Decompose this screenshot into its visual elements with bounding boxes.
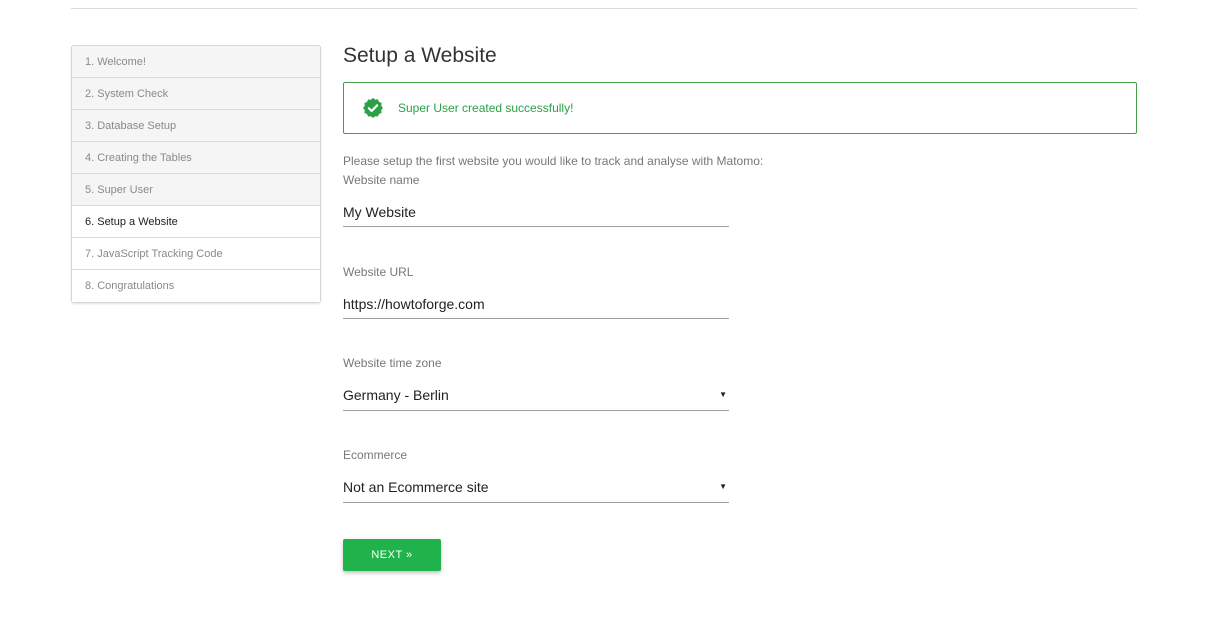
caret-down-icon[interactable]: ▼ bbox=[719, 477, 727, 497]
website-url-input[interactable]: https://howtoforge.com bbox=[343, 294, 729, 314]
website-url-label: Website URL bbox=[343, 265, 414, 279]
website-name-label: Website name bbox=[343, 173, 420, 187]
timezone-select[interactable]: Website time zone Germany - Berlin ▼ bbox=[343, 355, 729, 411]
step-database-setup: 3. Database Setup bbox=[72, 110, 320, 142]
step-javascript-tracking-code: 7. JavaScript Tracking Code bbox=[72, 238, 320, 270]
intro-text: Please setup the first website you would… bbox=[343, 154, 764, 168]
timezone-selected: Germany - Berlin bbox=[343, 387, 449, 403]
step-system-check: 2. System Check bbox=[72, 78, 320, 110]
step-setup-website: 6. Setup a Website bbox=[72, 206, 320, 238]
caret-down-icon[interactable]: ▼ bbox=[719, 385, 727, 405]
check-badge-icon bbox=[362, 97, 384, 119]
success-message: Super User created successfully! bbox=[398, 101, 574, 115]
step-creating-tables: 4. Creating the Tables bbox=[72, 142, 320, 174]
timezone-value[interactable]: Germany - Berlin ▼ bbox=[343, 385, 729, 405]
success-notification: Super User created successfully! bbox=[343, 82, 1137, 134]
step-welcome: 1. Welcome! bbox=[72, 46, 320, 78]
ecommerce-value[interactable]: Not an Ecommerce site ▼ bbox=[343, 477, 729, 497]
website-url-underline bbox=[343, 318, 729, 319]
step-congratulations: 8. Congratulations bbox=[72, 270, 320, 302]
next-button[interactable]: NEXT » bbox=[343, 539, 441, 571]
timezone-label: Website time zone bbox=[343, 356, 442, 370]
ecommerce-selected: Not an Ecommerce site bbox=[343, 479, 489, 495]
step-super-user: 5. Super User bbox=[72, 174, 320, 206]
ecommerce-underline bbox=[343, 502, 729, 503]
website-name-field[interactable]: Website name My Website bbox=[343, 172, 729, 227]
website-url-field[interactable]: Website URL https://howtoforge.com bbox=[343, 264, 729, 319]
installation-steps: 1. Welcome! 2. System Check 3. Database … bbox=[71, 45, 321, 303]
timezone-underline bbox=[343, 410, 729, 411]
page-title: Setup a Website bbox=[343, 44, 497, 67]
ecommerce-label: Ecommerce bbox=[343, 448, 408, 462]
website-name-underline bbox=[343, 226, 729, 227]
top-divider bbox=[71, 8, 1137, 9]
main-content: Setup a Website Super User created succe… bbox=[343, 40, 1137, 629]
ecommerce-select[interactable]: Ecommerce Not an Ecommerce site ▼ bbox=[343, 447, 729, 503]
website-name-input[interactable]: My Website bbox=[343, 202, 729, 222]
